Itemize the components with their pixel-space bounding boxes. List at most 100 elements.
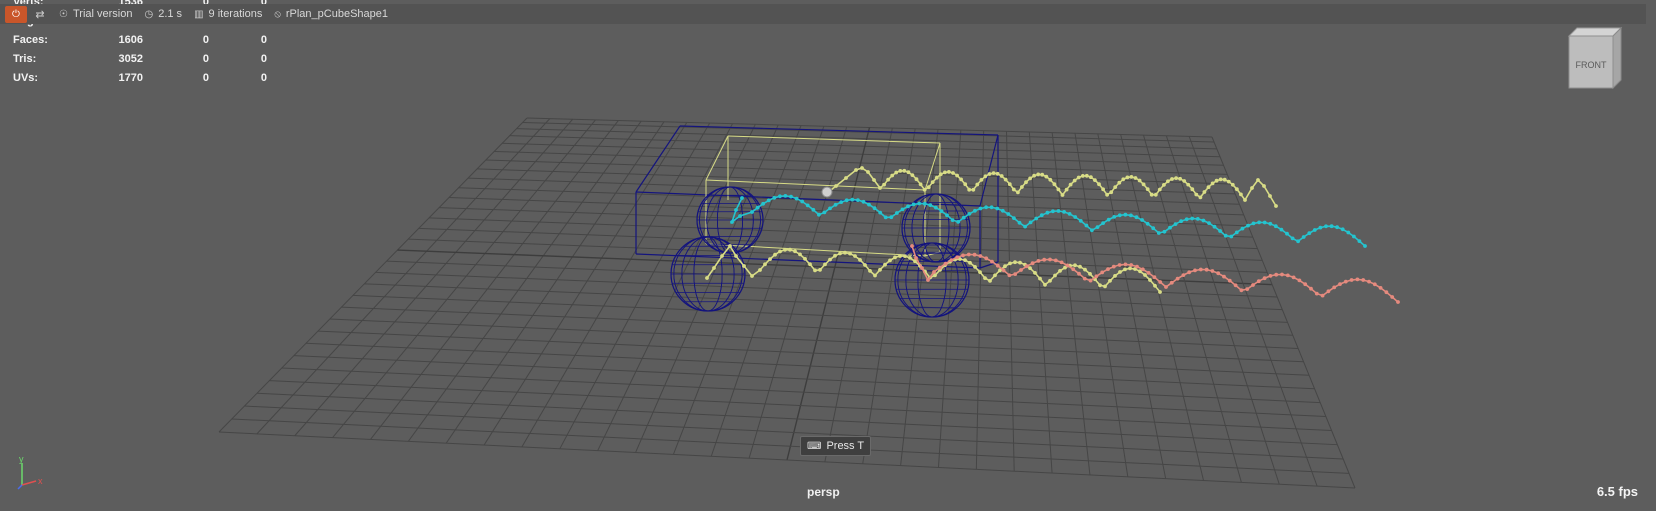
grid-line [824,128,893,462]
trail-point [1123,212,1128,217]
trail-point [817,212,821,217]
trail-point [983,174,988,179]
trail-point [783,247,787,252]
trail-point [1280,272,1284,277]
trail-point [1223,233,1228,238]
trail-point [990,259,994,264]
trail-point [920,266,924,270]
trail-point [1243,198,1247,202]
trail-point [959,177,963,182]
trail-point [1003,264,1007,269]
trail-point [1166,179,1170,184]
trail-point [828,257,832,262]
trail-point [1106,217,1111,222]
trail-point [1335,225,1339,230]
grid-line [231,418,1350,474]
trail-point [1262,276,1267,281]
salmon-motion-trail [910,244,1400,304]
trail-point [1396,300,1400,304]
grid-line [341,306,1299,349]
trail-point [1291,275,1296,280]
trail-point [918,182,923,187]
trail-point [1045,210,1050,215]
grid-line [269,380,1332,432]
grid-line [1074,133,1129,477]
grid-line [364,283,1288,323]
trail-point [1140,267,1145,272]
view-cube-front-label: FRONT [1576,60,1607,70]
trail-point [1174,176,1178,181]
trail-point [979,178,984,182]
trail-point [1175,276,1180,281]
trail-point [955,255,960,260]
trail-point [1036,172,1041,177]
trail-point [1309,286,1313,291]
trail-point [1245,287,1250,291]
press-t-hint[interactable]: ⌨ Press T [800,436,872,456]
trail-point [803,257,807,261]
trail-point [1040,172,1045,177]
time-indicator: ◷ 2.1 s [144,8,183,20]
trail-point [961,253,965,258]
trail-point [1332,285,1337,290]
trail-point [761,201,765,206]
trail-point [1218,229,1222,233]
trail-point [1204,267,1209,272]
trail-point [1088,272,1092,276]
trail-point [1020,185,1024,189]
trail-point [1158,280,1163,284]
trail-point [843,250,847,255]
trail-point [1113,185,1118,190]
trail-point [1274,272,1279,277]
trail-point [949,258,954,262]
trail-point [808,262,812,267]
trail-point [1044,174,1049,179]
grid-line [1165,135,1280,485]
trail-point [968,260,972,265]
grid-line [306,342,1315,390]
trail-point [1184,217,1189,222]
trail-point [991,171,996,176]
trail-point [1093,178,1097,183]
trail-point [1222,177,1227,182]
trail-point [1268,194,1272,198]
trail-point [1233,283,1238,288]
trail-point [995,206,1000,211]
trail-point [995,263,1000,268]
trail-point [1065,263,1070,268]
trail-point [1390,295,1395,299]
trail-point [858,258,862,262]
trail-point [740,196,744,200]
trail-point [1250,186,1254,190]
trail-point [1078,219,1083,223]
view-cube[interactable]: FRONT [1565,26,1627,92]
trail-point [1212,224,1217,229]
bounding-box-edge [979,261,999,269]
trail-point [763,262,767,267]
x-axis-label: x [38,476,43,486]
trail-point [1106,267,1110,271]
trail-point [1226,179,1231,184]
trail-point [1193,268,1197,273]
object-indicator: ⦸ rPlan_pCubeShape1 [274,8,388,20]
trail-point [1158,290,1162,294]
trail-point [1318,225,1323,230]
trail-point [766,198,771,203]
grid-line [407,120,642,442]
trail-point [850,197,855,202]
trail-point [999,174,1004,178]
trail-point [1218,177,1223,182]
camera-name-label: persp [807,485,840,499]
trail-point [975,182,980,187]
trail-point [1246,223,1250,228]
sync-button[interactable]: ⇄ [31,6,49,23]
trail-point [1048,278,1052,283]
trail-path [911,245,1399,303]
trail-point [1297,278,1302,283]
trail-point [1355,277,1360,282]
power-button[interactable]: ⏻ [5,5,27,23]
trail-point [1135,264,1139,269]
trail-point [712,266,716,270]
trail-point [1198,195,1203,200]
clock-icon: ◷ [144,8,154,20]
